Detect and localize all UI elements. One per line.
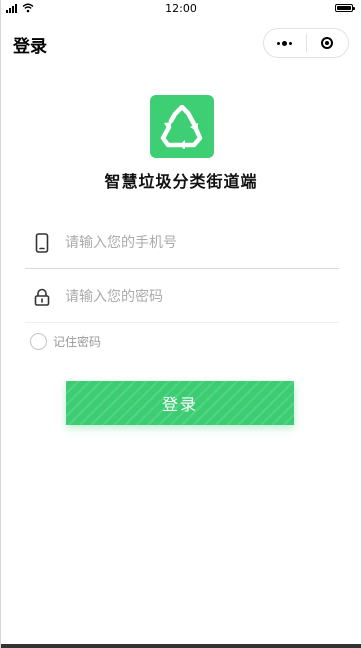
password-field bbox=[25, 272, 339, 323]
app-screen: 12:00 登录 智慧垃圾分类街道端 请输入您的手机号 记住密码 登录 bbox=[0, 0, 362, 648]
bottom-bar bbox=[1, 644, 361, 648]
app-name: 智慧垃圾分类街道端 bbox=[104, 172, 258, 191]
recycle-icon bbox=[160, 104, 203, 149]
close-record-icon bbox=[321, 37, 334, 49]
app-logo bbox=[150, 95, 214, 158]
phone-field bbox=[25, 218, 339, 269]
remember-password[interactable]: 记住密码 bbox=[30, 333, 101, 350]
more-button[interactable] bbox=[264, 29, 306, 57]
nav-bar: 登录 bbox=[1, 18, 361, 68]
status-bar: 12:00 bbox=[1, 0, 361, 18]
more-icon bbox=[277, 40, 293, 46]
login-button[interactable]: 登录 bbox=[66, 381, 294, 425]
page-title: 登录 bbox=[13, 37, 47, 57]
lock-icon bbox=[25, 288, 59, 306]
phone-input[interactable] bbox=[63, 234, 327, 252]
phone-icon bbox=[25, 233, 59, 253]
close-button[interactable] bbox=[307, 29, 349, 57]
mini-program-capsule bbox=[263, 28, 349, 58]
remember-checkbox[interactable] bbox=[30, 333, 47, 350]
battery-icon bbox=[335, 4, 355, 12]
status-time: 12:00 bbox=[165, 2, 197, 15]
remember-label: 记住密码 bbox=[53, 335, 102, 349]
password-input[interactable] bbox=[63, 288, 327, 306]
